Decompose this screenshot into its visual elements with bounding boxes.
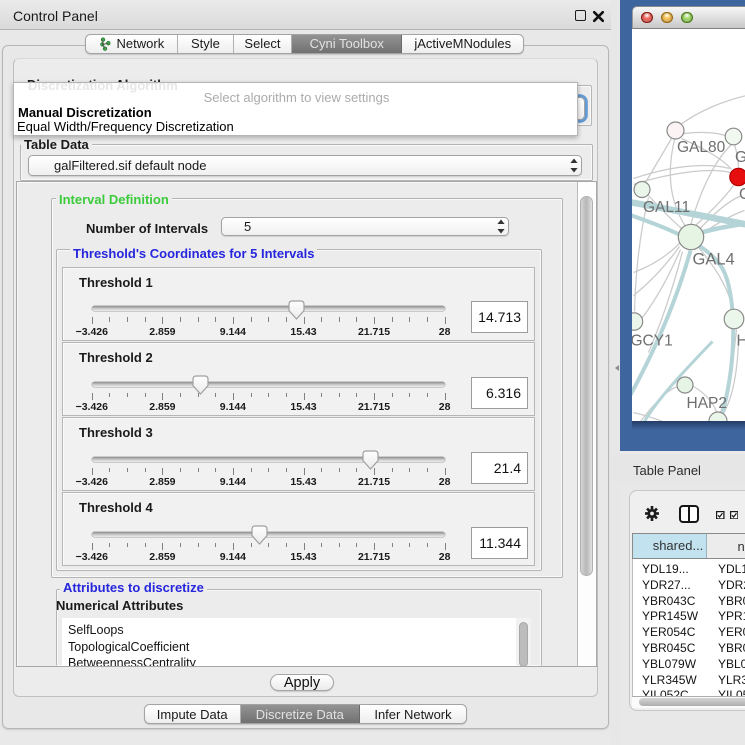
svg-text:G.: G. [735,149,745,166]
svg-text:H: H [736,332,745,349]
svg-text:GAL11: GAL11 [643,199,690,216]
svg-text:C: C [739,186,745,203]
svg-text:GCY1: GCY1 [632,332,673,349]
svg-text:GAL80: GAL80 [677,139,726,156]
svg-text:GAL4: GAL4 [692,250,734,268]
svg-text:HAP2: HAP2 [686,395,727,412]
